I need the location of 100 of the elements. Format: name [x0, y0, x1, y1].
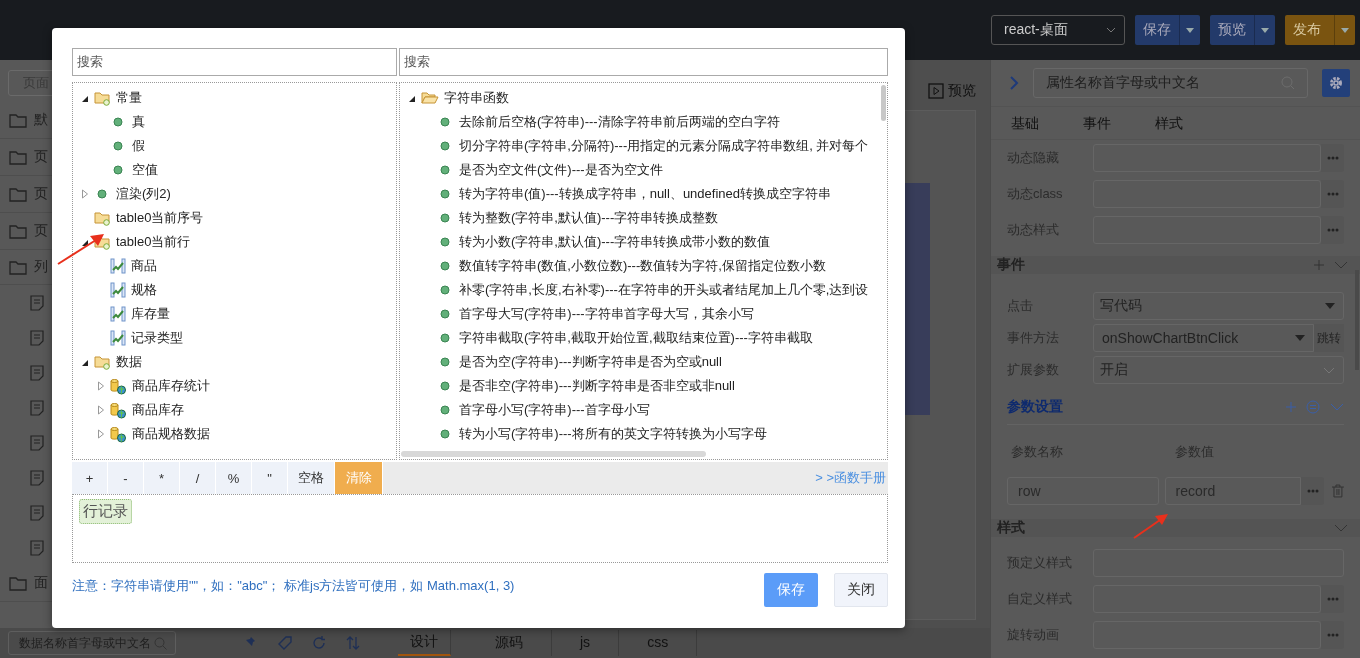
plus-icon[interactable] — [1314, 260, 1324, 270]
swap-icon[interactable] — [1306, 400, 1320, 414]
tree-item[interactable]: 切分字符串(字符串,分隔符)---用指定的元素分隔成字符串数组, 并对每个 — [459, 137, 869, 155]
more-button[interactable] — [1301, 477, 1325, 505]
caret-down-icon — [1341, 27, 1349, 33]
dot-icon — [440, 357, 450, 367]
search-field[interactable]: 搜索 — [72, 48, 397, 76]
tree-item[interactable]: 商品规格数据 — [132, 425, 210, 443]
tree-item[interactable]: 空值 — [132, 161, 158, 179]
more-button[interactable] — [1321, 585, 1344, 613]
tree-item[interactable]: 首字母大写(字符串)---字符串首字母大写，其余小写 — [459, 305, 754, 323]
folder-icon — [9, 112, 27, 128]
settings-icon — [1329, 76, 1343, 90]
expression-token[interactable]: 行记录 — [79, 499, 132, 524]
tree-item[interactable]: 真 — [132, 113, 145, 131]
tree-item[interactable]: 数据 — [116, 353, 142, 371]
folder-icon — [9, 186, 27, 202]
expression-field[interactable]: 行记录 — [72, 494, 888, 563]
split-button[interactable]: 预览 — [1210, 15, 1275, 45]
tree-toggle[interactable] — [81, 189, 89, 199]
chevron-down-icon[interactable] — [1334, 261, 1348, 269]
scrollbar[interactable] — [401, 451, 706, 457]
tree-item[interactable]: 首字母小写(字符串)---首字母小写 — [459, 401, 650, 419]
caret-down-icon — [1261, 27, 1269, 33]
tree-item[interactable]: table0当前行 — [116, 233, 191, 251]
tree-item[interactable]: 补零(字符串,长度,右补零)---在字符串的开头或者结尾加上几个零,达到设 — [459, 281, 869, 299]
folder-icon — [9, 223, 27, 239]
operator-button[interactable]: / — [180, 462, 216, 494]
column-icon — [110, 306, 126, 322]
dot-icon — [113, 141, 123, 151]
subsection-title: 参数设置 — [1007, 398, 1063, 416]
ellipsis-icon — [1326, 228, 1339, 232]
note-text: 注意：字符串请使用""，如："abc"； 标准js方法皆可使用，如 Math.max(1, 3) — [72, 577, 515, 595]
sort-icon[interactable] — [346, 636, 360, 650]
folder-icon — [9, 149, 27, 165]
tree-item[interactable]: 商品 — [131, 257, 157, 275]
plus-icon[interactable] — [1286, 402, 1296, 412]
app-select[interactable]: react-桌面 — [991, 15, 1125, 45]
tree-item[interactable]: 商品库存统计 — [132, 377, 210, 395]
dot-icon — [440, 309, 450, 319]
tree-item[interactable]: 转为小写(字符串)---将所有的英文字符转换为小写字母 — [459, 425, 767, 443]
ellipsis-icon — [1306, 489, 1319, 493]
tree-item[interactable]: 是否非空(字符串)---判断字符串是否非空或非null — [459, 377, 735, 395]
dot-icon — [440, 165, 450, 175]
chevron-down-icon[interactable] — [1330, 403, 1344, 411]
operator-button[interactable]: " — [252, 462, 288, 494]
operator-button[interactable]: % — [216, 462, 252, 494]
tree-toggle[interactable] — [97, 429, 105, 439]
column-icon — [110, 258, 126, 274]
tag-icon[interactable] — [278, 636, 292, 650]
tree-item[interactable]: 是否为空文件(文件)---是否为空文件 — [459, 161, 663, 179]
split-button[interactable]: 发布 — [1285, 15, 1355, 45]
tree-item[interactable]: 记录类型 — [131, 329, 183, 347]
dot-icon — [440, 333, 450, 343]
tree-item[interactable]: 字符串截取(字符串,截取开始位置,截取结束位置)---字符串截取 — [459, 329, 813, 347]
document-icon — [30, 399, 44, 416]
document-icon — [30, 329, 44, 346]
document-icon — [30, 294, 44, 311]
folder-icon — [9, 259, 27, 275]
tree-item[interactable]: 商品库存 — [132, 401, 184, 419]
dot-icon — [440, 405, 450, 415]
operator-button[interactable]: * — [144, 462, 180, 494]
trash-icon[interactable] — [1332, 484, 1344, 498]
split-button[interactable]: 保存 — [1135, 15, 1200, 45]
chevron-down-icon[interactable] — [1334, 524, 1348, 532]
tree-item[interactable]: 渲染(列2) — [116, 185, 171, 203]
tree-item[interactable]: 数值转字符串(数值,小数位数)---数值转为字符,保留指定位数小数 — [459, 257, 826, 275]
tree-item[interactable]: 库存量 — [131, 305, 170, 323]
folder-icon — [94, 354, 111, 370]
chevron-right-icon[interactable] — [1009, 75, 1019, 91]
tree-item[interactable]: 转为整数(字符串,默认值)---字符串转换成整数 — [459, 209, 719, 227]
search-field[interactable]: 搜索 — [399, 48, 888, 76]
tree-item[interactable]: 是否为空(字符串)---判断字符串是否为空或null — [459, 353, 722, 371]
more-button[interactable] — [1321, 144, 1344, 172]
tree-item[interactable]: table0当前序号 — [116, 209, 204, 227]
tree-item[interactable]: 字符串函数 — [444, 89, 509, 107]
operator-button[interactable]: 空格 — [288, 462, 335, 494]
ellipsis-icon — [1326, 192, 1339, 196]
refresh-icon[interactable] — [312, 636, 326, 650]
dialog-button[interactable]: 关闭 — [834, 573, 888, 607]
tree-item[interactable]: 常量 — [116, 89, 142, 107]
scrollbar[interactable] — [881, 85, 886, 121]
tree-item[interactable]: 转为字符串(值)---转换成字符串，null、undefined转换成空字符串 — [459, 185, 831, 203]
dot-icon — [440, 141, 450, 151]
document-icon — [30, 434, 44, 451]
tree-toggle[interactable] — [97, 405, 105, 415]
operator-button[interactable]: - — [108, 462, 144, 494]
tree-item[interactable]: 规格 — [131, 281, 157, 299]
more-button[interactable] — [1321, 621, 1344, 649]
settings-button[interactable] — [1322, 69, 1350, 97]
database-icon — [110, 401, 127, 419]
more-button[interactable] — [1321, 216, 1344, 244]
more-button[interactable] — [1321, 180, 1344, 208]
tree-item[interactable]: 转为小数(字符串,默认值)---字符串转换成带小数的数值 — [459, 233, 771, 251]
ellipsis-icon — [1326, 597, 1339, 601]
tree-toggle[interactable] — [97, 381, 105, 391]
tree-item[interactable]: 假 — [132, 137, 145, 155]
tree-item[interactable]: 去除前后空格(字符串)---清除字符串前后两端的空白字符 — [459, 113, 780, 131]
operator-button[interactable]: + — [72, 462, 108, 494]
chevron-down-icon — [1106, 27, 1116, 33]
